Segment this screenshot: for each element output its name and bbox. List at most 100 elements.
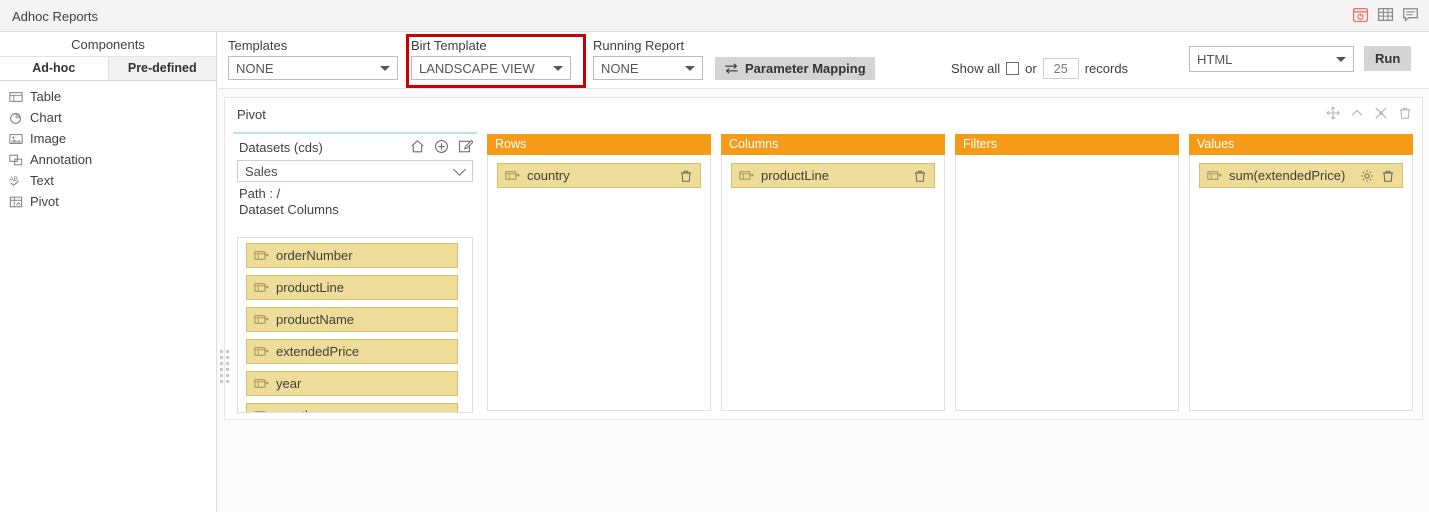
field-icon [254, 251, 269, 260]
zone-dropzone[interactable] [955, 155, 1179, 411]
pivot-component-card: Pivot Datasets (cds) Sales Path: / Data… [219, 97, 1423, 420]
dataset-column-chip[interactable]: productName [246, 307, 458, 332]
pivot-title: Pivot [237, 107, 266, 122]
chevron-down-icon [685, 66, 695, 71]
sidebar-item-label: Chart [30, 110, 62, 125]
window-icon-group [1352, 6, 1419, 23]
sidebar-header: Components [0, 32, 216, 57]
delete-icon[interactable] [1381, 169, 1395, 183]
birt-template-group: Birt Template LANDSCAPE VIEW [411, 38, 571, 80]
text-icon: AB [9, 176, 19, 186]
output-format-value: HTML [1197, 51, 1233, 67]
show-all-checkbox[interactable] [1006, 62, 1020, 75]
zone-chip[interactable]: sum(extendedPrice) [1199, 163, 1403, 188]
running-report-group: Running Report NONE [593, 38, 703, 80]
delete-icon[interactable] [1398, 106, 1412, 120]
field-icon [254, 315, 269, 324]
chevron-down-icon [553, 66, 563, 71]
dataset-select[interactable]: Sales [237, 160, 473, 182]
zone-dropzone[interactable]: country [487, 155, 711, 411]
zone-dropzone[interactable]: productLine [721, 155, 945, 411]
chevron-down-icon [453, 163, 466, 176]
records-label: records [1084, 61, 1129, 76]
sidebar-item-annotation[interactable]: Annotation [0, 149, 216, 170]
zone-dropzone[interactable]: sum(extendedPrice) [1189, 155, 1413, 411]
datasets-header: Datasets (cds) [233, 134, 477, 160]
sidebar-item-label: Image [30, 131, 67, 146]
running-report-value: NONE [601, 60, 639, 76]
chip-label: productLine [276, 280, 344, 295]
parameter-mapping-button[interactable]: Parameter Mapping [715, 57, 875, 80]
field-icon [254, 347, 269, 356]
chevron-down-icon [1336, 57, 1346, 62]
chip-label: year [276, 376, 302, 391]
panel-splitter-handle[interactable] [217, 342, 231, 390]
output-format-select[interactable]: HTML [1189, 46, 1354, 72]
dataset-column-chip[interactable]: extendedPrice [246, 339, 458, 364]
templates-select[interactable]: NONE [228, 56, 398, 80]
image-icon [9, 133, 23, 144]
birt-template-label: Birt Template [411, 38, 487, 53]
zone-chip[interactable]: country [497, 163, 701, 188]
running-report-select[interactable]: NONE [593, 56, 703, 80]
chart-icon [10, 112, 21, 124]
chip-label: productName [276, 312, 355, 327]
settings-icon[interactable] [1374, 106, 1388, 120]
dataset-column-chip[interactable]: orderNumber [246, 243, 458, 268]
delete-icon[interactable] [679, 169, 693, 183]
collapse-up-icon[interactable] [1350, 106, 1364, 120]
records-count-input[interactable] [1042, 58, 1079, 79]
field-icon [254, 283, 269, 292]
zone-title: Filters [955, 134, 1179, 155]
chevron-down-icon [380, 66, 390, 71]
pivot-zone-values: Values sum(extendedPrice) [1189, 134, 1413, 411]
move-icon[interactable] [1326, 106, 1340, 120]
settings-icon[interactable] [1360, 169, 1374, 183]
swap-icon [725, 63, 738, 74]
sidebar-item-text[interactable]: AB Text [0, 170, 216, 191]
grid-icon[interactable] [1377, 6, 1394, 23]
sidebar-item-image[interactable]: Image [0, 128, 216, 149]
tab-pre-defined[interactable]: Pre-defined [108, 57, 216, 80]
sidebar-item-label: Pivot [30, 194, 59, 209]
field-icon [505, 171, 520, 180]
pivot-icon [9, 196, 23, 207]
zone-title: Rows [487, 134, 711, 155]
parameter-mapping-group: Parameter Mapping [715, 57, 875, 80]
dataset-column-chip[interactable]: month [246, 403, 458, 412]
format-group: HTML [1189, 46, 1354, 72]
title-bar: Adhoc Reports [0, 0, 1429, 32]
pivot-tool-group [1326, 106, 1412, 120]
zone-title: Values [1189, 134, 1413, 155]
datasets-title: Datasets (cds) [239, 139, 323, 155]
datasets-panel: Datasets (cds) Sales Path: / Dataset Co… [233, 132, 477, 415]
tab-ad-hoc[interactable]: Ad-hoc [0, 57, 109, 80]
pivot-card-header: Pivot [225, 98, 1422, 132]
adhoc-reports-app: Adhoc Reports Components Ad-hoc Pre-defi… [0, 0, 1429, 512]
templates-value: NONE [236, 60, 274, 76]
sidebar-item-chart[interactable]: Chart [0, 107, 216, 128]
pivot-zone-filters: Filters [955, 134, 1179, 411]
home-icon[interactable] [410, 139, 425, 154]
pivot-zone-rows: Rows country [487, 134, 711, 411]
dataset-column-chip[interactable]: year [246, 371, 458, 396]
add-circle-icon[interactable] [434, 139, 449, 154]
run-button[interactable]: Run [1364, 46, 1412, 71]
dataset-column-chip[interactable]: productLine [246, 275, 458, 300]
delete-icon[interactable] [913, 169, 927, 183]
sidebar-item-list: Table Chart Image Annotation AB Text Piv… [0, 81, 216, 212]
sidebar-item-pivot[interactable]: Pivot [0, 191, 216, 212]
birt-template-select[interactable]: LANDSCAPE VIEW [411, 56, 571, 80]
comment-icon[interactable] [1402, 6, 1419, 23]
zone-chip[interactable]: productLine [731, 163, 935, 188]
birt-template-value: LANDSCAPE VIEW [419, 60, 535, 76]
edit-icon[interactable] [458, 139, 473, 154]
table-icon [9, 91, 23, 102]
run-group: Run [1364, 46, 1412, 71]
dataset-columns-list[interactable]: orderNumber productLine productName exte… [237, 237, 473, 413]
dataset-path: Path : / [239, 186, 281, 201]
schedule-icon[interactable] [1352, 6, 1369, 23]
chip-label: productLine [761, 168, 829, 183]
zone-title: Columns [721, 134, 945, 155]
sidebar-item-table[interactable]: Table [0, 86, 216, 107]
